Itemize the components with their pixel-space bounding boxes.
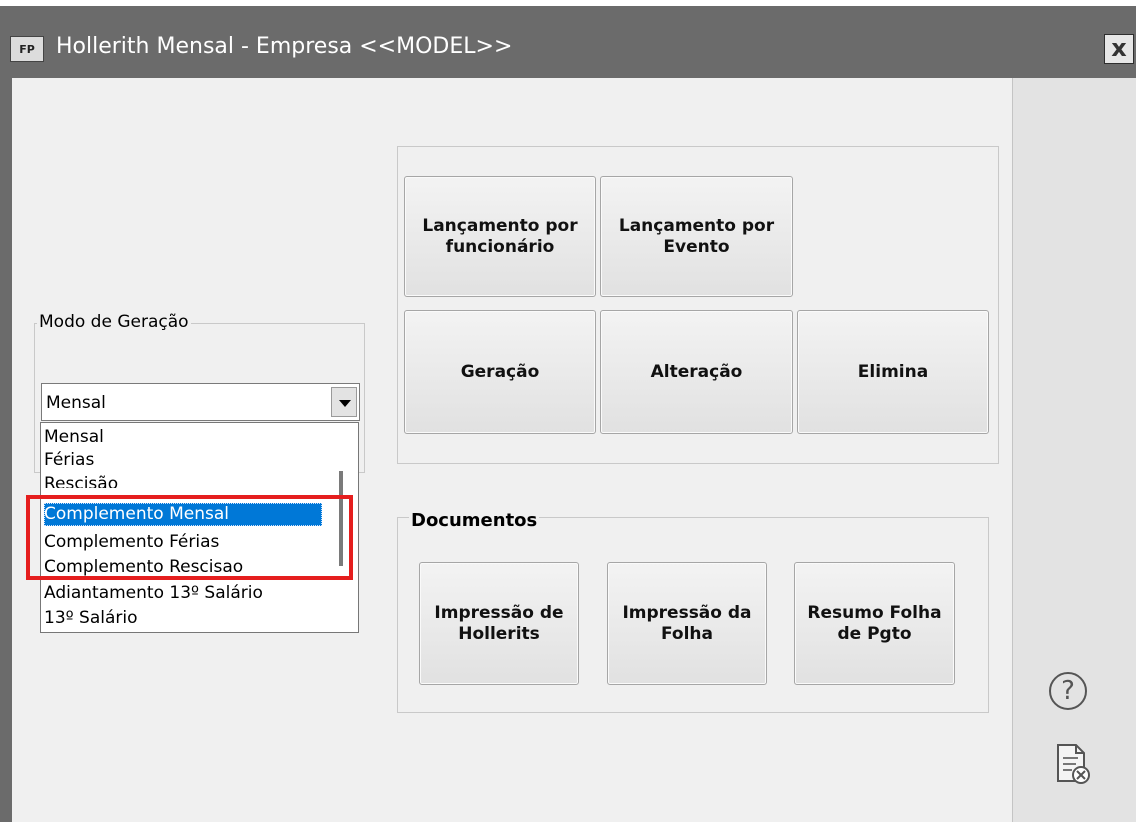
impressao-folha-button[interactable]: Impressão da Folha [607,562,767,685]
option-13-salario[interactable]: 13º Salário [44,607,324,630]
option-complemento-mensal[interactable]: Complemento Mensal [44,503,322,526]
alteracao-button[interactable]: Alteração [600,310,793,434]
lancamento-funcionario-button[interactable]: Lançamento por funcionário [404,176,596,297]
help-icon[interactable]: ? [1049,672,1087,710]
window-title: Hollerith Mensal - Empresa <<MODEL>> [56,34,513,59]
window-frame [0,78,12,822]
scrollbar-thumb[interactable] [339,471,343,566]
title-bar: FP Hollerith Mensal - Empresa <<MODEL>> … [0,6,1136,78]
elimina-button[interactable]: Elimina [797,310,989,434]
app-icon: FP [10,36,44,62]
side-panel [1012,78,1136,822]
modo-geracao-label: Modo de Geração [37,312,191,332]
option-mensal[interactable]: Mensal [44,426,324,449]
chevron-down-icon[interactable] [331,387,357,417]
option-complemento-ferias[interactable]: Complemento Férias [44,531,324,554]
resumo-folha-button[interactable]: Resumo Folha de Pgto [794,562,955,685]
document-close-icon[interactable] [1052,743,1092,785]
option-rescisao[interactable]: Rescisão [44,473,324,488]
impressao-hollerits-button[interactable]: Impressão de Hollerits [419,562,579,685]
option-complemento-rescisao[interactable]: Complemento Rescisao [44,556,324,579]
documentos-label: Documentos [409,510,540,531]
modo-geracao-dropdown-list[interactable]: Mensal Férias Rescisão Complemento Mensa… [40,422,359,633]
modo-geracao-value: Mensal [46,393,106,413]
dropdown-scrollbar[interactable] [326,423,358,632]
close-button[interactable]: x [1104,34,1134,64]
option-ferias[interactable]: Férias [44,449,324,472]
lancamento-evento-button[interactable]: Lançamento por Evento [600,176,793,297]
geracao-button[interactable]: Geração [404,310,596,434]
option-adiantamento-13[interactable]: Adiantamento 13º Salário [44,582,324,605]
modo-geracao-select[interactable]: Mensal [41,383,360,421]
